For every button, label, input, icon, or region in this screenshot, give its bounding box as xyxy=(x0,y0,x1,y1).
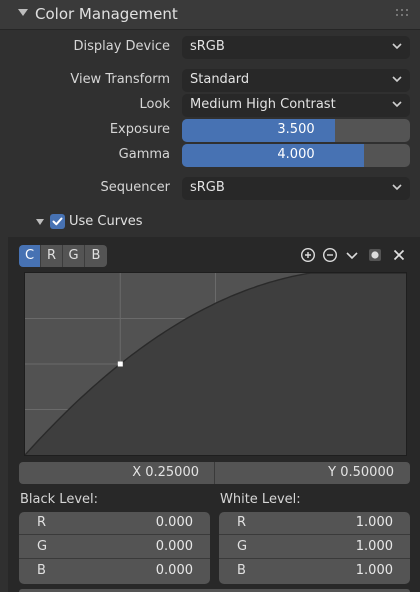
level-value: 1.000 xyxy=(355,515,393,530)
black-level-title: Black Level: xyxy=(20,492,98,507)
level-value: 0.000 xyxy=(155,515,193,530)
look-value: Medium High Contrast xyxy=(190,97,336,112)
channel-label: R xyxy=(37,515,47,530)
sequencer-dropdown[interactable]: sRGB xyxy=(182,177,410,200)
point-y-field[interactable]: Y 0.50000 xyxy=(328,465,394,480)
level-value: 0.000 xyxy=(155,539,193,554)
gamma-label: Gamma xyxy=(118,147,170,162)
channel-label: R xyxy=(237,515,247,530)
channel-label: G xyxy=(37,539,48,554)
sequencer-label: Sequencer xyxy=(100,180,170,195)
look-label: Look xyxy=(139,97,170,112)
exposure-value: 3.500 xyxy=(277,122,315,137)
display-device-dropdown[interactable]: sRGB xyxy=(182,36,410,59)
coord-divider xyxy=(214,462,215,484)
sequencer-value: sRGB xyxy=(190,180,225,195)
gamma-slider[interactable]: 4.000 xyxy=(182,144,410,167)
drag-grip-icon[interactable] xyxy=(396,9,410,21)
tab-channel-g[interactable]: G xyxy=(63,245,85,267)
curve-graph[interactable] xyxy=(24,272,407,456)
channel-tabs: C R G B xyxy=(19,245,107,267)
panel-title: Color Management xyxy=(35,5,178,23)
level-value: 1.000 xyxy=(355,539,393,554)
level-value: 1.000 xyxy=(355,563,393,578)
exposure-slider[interactable]: 3.500 xyxy=(182,119,410,142)
tab-channel-b[interactable]: B xyxy=(85,245,107,267)
zoom-in-icon[interactable] xyxy=(300,247,316,263)
display-device-label: Display Device xyxy=(73,39,170,54)
reset-x-icon[interactable] xyxy=(391,247,407,263)
exposure-label: Exposure xyxy=(109,122,170,137)
zoom-out-icon[interactable] xyxy=(322,247,338,263)
point-x-field[interactable]: X 0.25000 xyxy=(132,465,199,480)
black-level-b[interactable]: B 0.000 xyxy=(19,560,210,583)
curve-canvas[interactable] xyxy=(25,273,406,455)
gamma-value: 4.000 xyxy=(277,147,315,162)
use-curves-checkbox[interactable] xyxy=(50,214,65,229)
use-curves-label: Use Curves xyxy=(69,214,143,229)
channel-label: B xyxy=(37,563,46,578)
chevron-down-icon xyxy=(392,101,402,108)
point-coordinates[interactable]: X 0.25000 Y 0.50000 xyxy=(19,462,410,484)
checkmark-icon xyxy=(52,217,63,226)
tab-channel-c[interactable]: C xyxy=(19,245,41,267)
use-curves-collapse-icon[interactable] xyxy=(36,219,44,225)
tab-channel-r[interactable]: R xyxy=(41,245,63,267)
white-level-title: White Level: xyxy=(220,492,301,507)
white-level-r[interactable]: R 1.000 xyxy=(219,512,410,535)
view-transform-value: Standard xyxy=(190,72,250,87)
black-level-fields: R 0.000 G 0.000 B 0.000 xyxy=(19,512,210,584)
curve-control-point[interactable] xyxy=(117,361,123,367)
black-level-r[interactable]: R 0.000 xyxy=(19,512,210,535)
panel-collapse-icon[interactable] xyxy=(18,9,28,16)
white-level-b[interactable]: B 1.000 xyxy=(219,560,410,583)
white-level-fields: R 1.000 G 1.000 B 1.000 xyxy=(219,512,410,584)
panel-header[interactable]: Color Management xyxy=(0,0,420,30)
channel-label: B xyxy=(237,563,246,578)
view-transform-dropdown[interactable]: Standard xyxy=(182,69,410,92)
handle-type-icon[interactable] xyxy=(367,247,383,263)
chevron-down-icon xyxy=(392,43,402,50)
black-level-g[interactable]: G 0.000 xyxy=(19,536,210,559)
chevron-down-icon xyxy=(392,184,402,191)
chevron-down-icon xyxy=(392,76,402,83)
channel-label: G xyxy=(237,539,248,554)
tools-menu-icon[interactable] xyxy=(344,247,360,263)
look-dropdown[interactable]: Medium High Contrast xyxy=(182,94,410,117)
level-value: 0.000 xyxy=(155,563,193,578)
view-transform-label: View Transform xyxy=(70,72,170,87)
display-device-value: sRGB xyxy=(190,39,225,54)
white-level-g[interactable]: G 1.000 xyxy=(219,536,410,559)
